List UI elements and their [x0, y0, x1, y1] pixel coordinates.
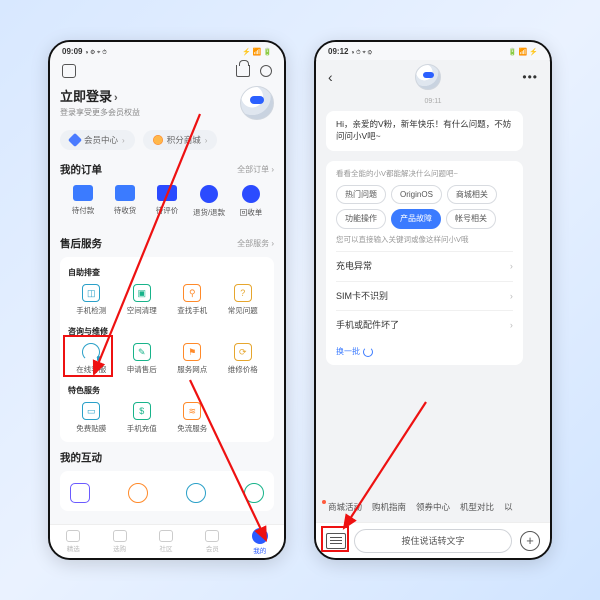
aftersale-card: 自助排查 ◫手机检测 ▣空间清理 ⚲查找手机 ?常见问题 咨询与维修 在线客服 …: [60, 257, 274, 442]
member-center-pill[interactable]: 会员中心›: [60, 130, 135, 150]
login-button[interactable]: 立即登录›: [60, 86, 140, 105]
chat-avatar: [415, 64, 441, 90]
special-label: 特色服务: [68, 385, 268, 396]
settings-icon[interactable]: [62, 64, 76, 78]
phone-left: 09:09 ◑ ⚙ ⌖ ⏱ ⚡ 📶 🔋 立即登录› 登录享受更多会员权益 会员中…: [48, 40, 286, 560]
sugg-2[interactable]: 购机指南: [372, 501, 406, 513]
phone-right: 09:12 ◑ ⏱ ⌖ ⚙ 🔋 📶 ⚡ ‹ ••• 09:11 Hi，亲爱的V粉…: [314, 40, 552, 560]
cart-icon[interactable]: [236, 65, 250, 77]
options-bubble: 看看全能的小V都能解决什么问题吧~ 热门问题 OriginOS 商城相关 功能操…: [326, 161, 523, 365]
keyboard-icon[interactable]: [326, 533, 346, 549]
consult-label: 咨询与维修: [68, 326, 268, 337]
refresh-button[interactable]: 换一批: [336, 346, 513, 357]
interact-4[interactable]: [244, 483, 264, 503]
order-pending-review[interactable]: 待评价: [146, 185, 188, 218]
input-bar: 按住说话转文字 +: [316, 522, 550, 558]
sugg-5[interactable]: 以: [504, 501, 513, 513]
back-button[interactable]: ‹: [328, 69, 333, 85]
chip-originos[interactable]: OriginOS: [391, 185, 442, 204]
order-recycle[interactable]: 回收单: [230, 185, 272, 218]
repair-price[interactable]: ⟳维修价格: [218, 343, 269, 375]
nav-member[interactable]: 会员: [205, 530, 219, 553]
sugg-4[interactable]: 机型对比: [460, 501, 494, 513]
login-subtitle: 登录享受更多会员权益: [60, 107, 140, 118]
chip-function[interactable]: 功能操作: [336, 209, 386, 228]
headset-icon: [82, 343, 100, 361]
free-film[interactable]: ▭免费贴膜: [66, 402, 117, 434]
badge-dot: [322, 500, 326, 504]
aftersale-title: 售后服务: [60, 236, 102, 251]
service-points[interactable]: ⚑服务网点: [167, 343, 218, 375]
suggestion-row: 商城活动 购机指南 领券中心 机型对比 以: [316, 492, 550, 522]
q-charging[interactable]: 充电异常›: [336, 251, 513, 281]
phone-check[interactable]: ◫手机检测: [66, 284, 117, 316]
orders-more[interactable]: 全部订单 ›: [237, 164, 274, 175]
selfcheck-label: 自助排查: [68, 267, 268, 278]
chat-timestamp: 09:11: [326, 98, 540, 105]
plus-button[interactable]: +: [520, 531, 540, 551]
hint-1: 看看全能的小V都能解决什么问题吧~: [336, 169, 513, 180]
chip-product-fault[interactable]: 产品故障: [391, 209, 441, 228]
order-pending-pay[interactable]: 待付款: [62, 185, 104, 218]
chip-account[interactable]: 帐号相关: [446, 209, 496, 228]
orders-title: 我的订单: [60, 162, 102, 177]
space-clean[interactable]: ▣空间清理: [117, 284, 168, 316]
nav-shop[interactable]: 选购: [113, 530, 127, 553]
interact-1[interactable]: [70, 483, 90, 503]
sugg-1[interactable]: 商城活动: [328, 501, 362, 513]
avatar[interactable]: [240, 86, 274, 120]
order-refund[interactable]: 退货/退款: [188, 185, 230, 218]
bottom-nav: 精选 选购 社区 会员 我的: [50, 524, 284, 558]
interact-title: 我的互动: [60, 450, 102, 465]
faq[interactable]: ?常见问题: [218, 284, 269, 316]
scan-icon[interactable]: [260, 65, 272, 77]
interact-2[interactable]: [128, 483, 148, 503]
greeting-bubble: Hi，亲爱的V粉，新年快乐！有什么问题，不妨问问小V吧~: [326, 111, 523, 151]
status-bar-2: 09:12 ◑ ⏱ ⌖ ⚙ 🔋 📶 ⚡: [316, 42, 550, 60]
order-pending-receive[interactable]: 待收货: [104, 185, 146, 218]
find-phone[interactable]: ⚲查找手机: [167, 284, 218, 316]
sugg-3[interactable]: 领券中心: [416, 501, 450, 513]
phone-topup[interactable]: $手机充值: [117, 402, 168, 434]
points-mall-pill[interactable]: 积分商城›: [143, 130, 218, 150]
chip-hot[interactable]: 热门问题: [336, 185, 386, 204]
nav-featured[interactable]: 精选: [66, 530, 80, 553]
q-broken[interactable]: 手机或配件坏了›: [336, 310, 513, 340]
nav-community[interactable]: 社区: [159, 530, 173, 553]
interact-3[interactable]: [186, 483, 206, 503]
hint-2: 您可以直接输入关键词或像这样问小V哦: [336, 235, 513, 246]
q-sim[interactable]: SIM卡不识别›: [336, 281, 513, 311]
nav-mine[interactable]: 我的: [252, 528, 268, 555]
refresh-icon: [363, 347, 373, 357]
online-service[interactable]: 在线客服: [66, 343, 117, 375]
voice-input-button[interactable]: 按住说话转文字: [354, 529, 512, 553]
status-bar: 09:09 ◑ ⚙ ⌖ ⏱ ⚡ 📶 🔋: [50, 42, 284, 60]
chip-mall[interactable]: 商城相关: [447, 185, 497, 204]
free-data[interactable]: ≋免流服务: [167, 402, 218, 434]
more-button[interactable]: •••: [522, 70, 538, 84]
aftersale-more[interactable]: 全部服务 ›: [237, 238, 274, 249]
apply-aftersale[interactable]: ✎申请售后: [117, 343, 168, 375]
